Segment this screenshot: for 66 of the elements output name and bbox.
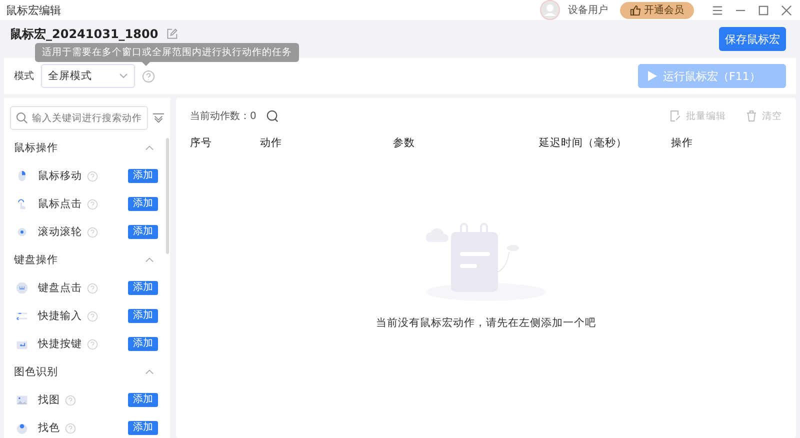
collapse-all-icon[interactable] bbox=[152, 112, 165, 124]
color-icon bbox=[16, 422, 28, 434]
play-icon bbox=[648, 71, 657, 81]
add-button[interactable]: 添加 bbox=[128, 393, 158, 407]
keyboard-icon bbox=[16, 282, 28, 294]
group-title: 鼠标操作 bbox=[14, 141, 58, 155]
add-button[interactable]: 添加 bbox=[128, 225, 158, 239]
action-count: 当前动作数：0 bbox=[190, 110, 256, 123]
add-button[interactable]: 添加 bbox=[128, 421, 158, 435]
group-title: 图色识别 bbox=[14, 365, 58, 379]
chevron-icon[interactable] bbox=[145, 257, 154, 263]
mode-select[interactable]: 全屏模式 bbox=[41, 64, 135, 88]
help-icon[interactable] bbox=[87, 338, 98, 350]
chevron-icon[interactable] bbox=[145, 145, 154, 151]
action-label: 找图 bbox=[38, 393, 60, 407]
column-header: 延迟时间（毫秒） bbox=[539, 136, 628, 150]
help-icon[interactable] bbox=[87, 226, 98, 238]
help-icon[interactable] bbox=[87, 198, 98, 210]
help-icon[interactable] bbox=[65, 422, 76, 434]
action-label: 鼠标移动 bbox=[38, 169, 82, 183]
column-header: 参数 bbox=[393, 136, 416, 150]
mode-label: 模式 bbox=[14, 70, 34, 83]
help-icon[interactable] bbox=[65, 394, 76, 406]
search-icon[interactable] bbox=[266, 110, 280, 122]
tap-icon bbox=[16, 198, 28, 210]
action-label: 键盘点击 bbox=[38, 281, 82, 295]
help-icon[interactable] bbox=[87, 310, 98, 322]
chevron-icon[interactable] bbox=[145, 369, 154, 375]
edit-icon bbox=[670, 110, 681, 122]
action-label: 滚动滚轮 bbox=[38, 225, 82, 239]
add-button[interactable]: 添加 bbox=[128, 337, 158, 351]
empty-message: 当前没有鼠标宏动作，请先在左侧添加一个吧 bbox=[376, 316, 596, 330]
help-icon[interactable] bbox=[87, 282, 98, 294]
save-button[interactable]: 保存鼠标宏 bbox=[719, 27, 786, 51]
trash-icon bbox=[746, 110, 757, 122]
macro-name: 鼠标宏_20241031_1800 bbox=[10, 26, 158, 42]
edit-icon[interactable] bbox=[166, 28, 178, 40]
add-button[interactable]: 添加 bbox=[128, 197, 158, 211]
action-label: 快捷输入 bbox=[38, 309, 82, 323]
user-name[interactable]: 设备用户 bbox=[568, 3, 608, 17]
wheel-icon bbox=[16, 226, 28, 238]
column-header: 动作 bbox=[260, 136, 283, 150]
maximize-icon[interactable] bbox=[758, 4, 769, 16]
avatar-icon[interactable] bbox=[540, 0, 560, 20]
image-icon bbox=[16, 394, 28, 406]
input-icon bbox=[16, 310, 28, 322]
action-label: 快捷按键 bbox=[38, 337, 82, 351]
close-icon[interactable] bbox=[781, 4, 792, 16]
window-title: 鼠标宏编辑 bbox=[6, 2, 61, 18]
column-header: 序号 bbox=[190, 136, 213, 150]
action-label: 鼠标点击 bbox=[38, 197, 82, 211]
vip-button[interactable]: 开通会员 bbox=[620, 2, 694, 18]
search-icon bbox=[16, 112, 28, 124]
group-title: 键盘操作 bbox=[14, 253, 58, 267]
add-button[interactable]: 添加 bbox=[128, 309, 158, 323]
add-button[interactable]: 添加 bbox=[128, 281, 158, 295]
action-label: 找色 bbox=[38, 421, 60, 435]
search-field[interactable]: 输入关键词进行搜索动作 bbox=[10, 106, 148, 130]
column-header: 操作 bbox=[671, 136, 693, 150]
add-button[interactable]: 添加 bbox=[128, 169, 158, 183]
help-icon[interactable] bbox=[87, 170, 98, 182]
mouse-icon bbox=[16, 170, 28, 182]
menu-icon[interactable] bbox=[712, 4, 723, 16]
thumbs-up-icon bbox=[630, 4, 641, 16]
help-icon[interactable] bbox=[142, 70, 155, 82]
chevron-down-icon bbox=[119, 73, 128, 79]
